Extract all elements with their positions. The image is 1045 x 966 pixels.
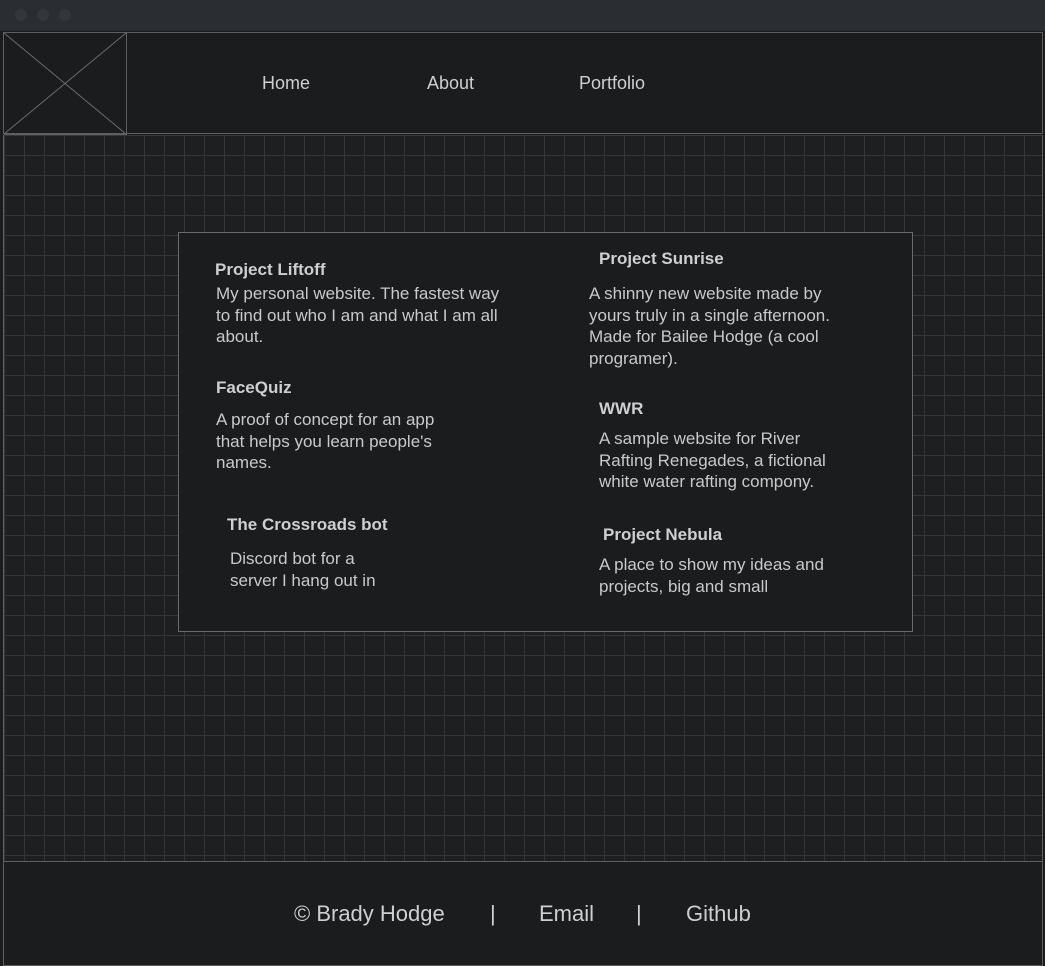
project-desc-wwr: A sample website for River Rafting Reneg… [599, 429, 826, 492]
nav-portfolio-link[interactable]: Portfolio [579, 73, 645, 94]
close-window-button[interactable] [15, 9, 27, 21]
logo[interactable] [4, 33, 127, 135]
project-desc-crossroads: Discord bot for a server I hang out in [230, 549, 376, 590]
maximize-window-button[interactable] [59, 9, 71, 21]
project-desc-facequiz: A proof of concept for an app that helps… [216, 410, 435, 473]
nav-home-link[interactable]: Home [262, 73, 310, 94]
project-title-liftoff[interactable]: Project Liftoff [215, 260, 326, 280]
image-placeholder-icon [4, 33, 126, 134]
github-link[interactable]: Github [686, 901, 751, 927]
project-title-nebula[interactable]: Project Nebula [603, 525, 722, 545]
project-title-crossroads[interactable]: The Crossroads bot [227, 515, 388, 535]
footer-separator: | [490, 901, 496, 926]
project-title-sunrise[interactable]: Project Sunrise [599, 249, 724, 269]
projects-card: Project Liftoff My personal website. The… [178, 232, 913, 632]
copyright-text: © Brady Hodge [294, 901, 445, 926]
minimize-window-button[interactable] [37, 9, 49, 21]
title-bar [0, 0, 1045, 31]
nav-about-link[interactable]: About [427, 73, 474, 94]
project-title-wwr[interactable]: WWR [599, 399, 643, 419]
site-footer: © Brady Hodge | Email | Github [3, 861, 1043, 966]
project-desc-liftoff: My personal website. The fastest way to … [216, 284, 500, 347]
project-title-facequiz[interactable]: FaceQuiz [216, 378, 292, 398]
email-link[interactable]: Email [539, 901, 594, 927]
footer-separator: | [636, 901, 642, 926]
site-header: Home About Portfolio [3, 32, 1043, 135]
project-desc-nebula: A place to show my ideas and projects, b… [599, 555, 824, 596]
project-desc-sunrise: A shinny new website made by yours truly… [589, 284, 830, 369]
browser-window: Home About Portfolio Project Liftoff My … [0, 0, 1045, 966]
